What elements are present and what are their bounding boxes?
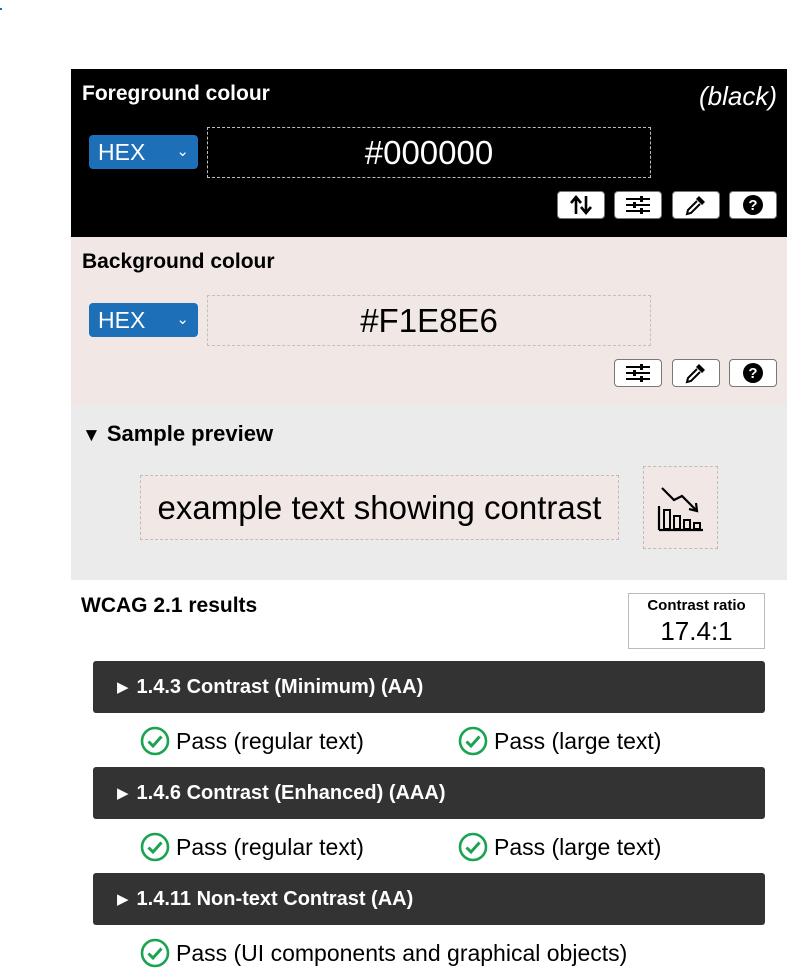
check-circle-icon [458,832,488,862]
background-help-button[interactable]: ? [729,359,777,387]
sample-preview-toggle[interactable]: ▼ Sample preview [82,421,273,447]
criterion-label: 1.4.3 Contrast (Minimum) (AA) [136,676,424,698]
result-text: Pass (UI components and graphical object… [176,939,628,966]
contrast-ratio-label: Contrast ratio [647,597,746,614]
foreground-adjust-button[interactable] [614,191,662,219]
triangle-right-icon: ▶ [117,785,129,802]
triangle-right-icon: ▶ [117,891,129,908]
criterion-label: 1.4.11 Non-text Contrast (AA) [136,888,414,910]
criterion-1-4-11-toggle[interactable]: ▶ 1.4.11 Non-text Contrast (AA) [93,873,765,925]
sliders-icon [626,196,650,214]
chevron-down-icon: ⌄ [176,311,189,328]
check-circle-icon [140,832,170,862]
background-adjust-button[interactable] [614,359,662,387]
bar-chart-down-icon [657,486,703,531]
criterion-1-4-3-toggle[interactable]: ▶ 1.4.3 Contrast (Minimum) (AA) [93,661,765,713]
sliders-icon [626,364,650,382]
results-title: WCAG 2.1 results [81,594,258,617]
svg-text:?: ? [748,197,757,214]
eyedropper-icon [685,196,705,216]
check-circle-icon [140,726,170,756]
criterion-1-4-6-toggle[interactable]: ▶ 1.4.6 Contrast (Enhanced) (AAA) [93,767,765,819]
chevron-down-icon: ⌄ [176,143,189,160]
sample-preview-panel: ▼ Sample preview example text showing con… [71,405,787,580]
background-panel: Background colour HEX ⌄ #F1E8E6 ? [71,237,787,405]
swap-arrows-icon [570,194,592,216]
foreground-format-select[interactable]: HEX ⌄ [89,135,198,169]
contrast-ratio-value: 17.4:1 [660,616,733,646]
background-title: Background colour [82,250,275,273]
result-text: Pass (regular text) [176,727,364,754]
foreground-format-label: HEX [98,139,146,165]
result-text: Pass (regular text) [176,833,364,860]
background-format-label: HEX [98,307,146,333]
result-item: Pass (UI components and graphical object… [140,938,627,968]
help-icon: ? [743,195,763,215]
background-hex-input[interactable]: #F1E8E6 [207,295,651,346]
criterion-label: 1.4.6 Contrast (Enhanced) (AAA) [136,782,446,804]
corner-dot [0,8,2,10]
triangle-right-icon: ▶ [117,679,129,696]
foreground-eyedropper-button[interactable] [672,191,720,219]
sample-graphic [643,466,718,549]
svg-text:?: ? [748,365,757,382]
contrast-ratio-box: Contrast ratio 17.4:1 [628,593,765,649]
triangle-down-icon: ▼ [82,425,101,446]
foreground-panel: Foreground colour (black) HEX ⌄ #000000 … [71,69,787,237]
sample-preview-label: Sample preview [106,421,274,446]
swap-colours-button[interactable] [557,191,605,219]
result-text: Pass (large text) [494,727,662,754]
result-text: Pass (large text) [494,833,662,860]
sample-text: example text showing contrast [140,475,619,540]
foreground-help-button[interactable]: ? [729,191,777,219]
background-format-select[interactable]: HEX ⌄ [89,303,198,337]
help-icon: ? [743,363,763,383]
result-item: Pass (large text) [458,726,661,756]
foreground-colour-name: (black) [698,81,777,111]
foreground-title: Foreground colour [82,82,270,105]
foreground-hex-input[interactable]: #000000 [207,127,651,178]
check-circle-icon [458,726,488,756]
check-circle-icon [140,938,170,968]
result-item: Pass (regular text) [140,832,364,862]
result-item: Pass (large text) [458,832,661,862]
background-eyedropper-button[interactable] [672,359,720,387]
result-item: Pass (regular text) [140,726,364,756]
eyedropper-icon [685,364,705,384]
